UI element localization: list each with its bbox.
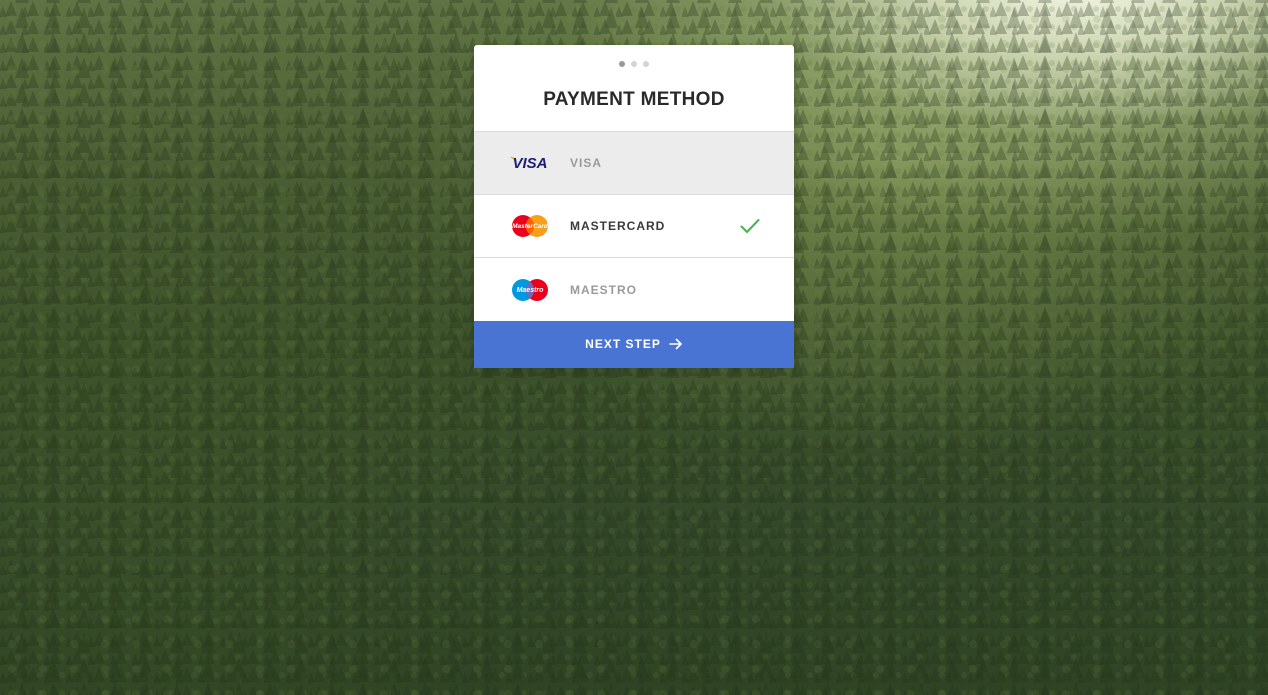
maestro-logo-icon: Maestro <box>512 278 548 301</box>
mastercard-logo-text: MasterCard <box>512 223 549 230</box>
payment-option-label: VISA <box>570 156 603 170</box>
payment-option-maestro[interactable]: Maestro MAESTRO <box>474 258 794 321</box>
page-title: PAYMENT METHOD <box>543 89 725 110</box>
maestro-logo-text: Maestro <box>517 287 545 294</box>
arrow-right-icon <box>669 338 682 350</box>
payment-option-label: MAESTRO <box>570 282 637 297</box>
next-step-button[interactable]: NEXT STEP <box>474 321 794 368</box>
next-step-label: NEXT STEP <box>585 337 661 351</box>
card-header: PAYMENT METHOD <box>474 45 794 132</box>
payment-option-visa[interactable]: VISA VISA <box>474 132 794 195</box>
visa-logo-text: VISA <box>512 155 547 172</box>
visa-logo-icon: VISA <box>510 155 548 172</box>
step-dot-2 <box>631 61 637 67</box>
forest-background: PAYMENT METHOD VISA VISA MasterCard MAST… <box>0 0 1268 695</box>
step-dot-1 <box>619 61 625 67</box>
check-icon <box>740 219 760 233</box>
payment-card: PAYMENT METHOD VISA VISA MasterCard MAST… <box>474 45 794 368</box>
step-indicator <box>474 61 794 67</box>
mastercard-logo-icon: MasterCard <box>512 215 549 237</box>
step-dot-3 <box>643 61 649 67</box>
payment-option-mastercard[interactable]: MasterCard MASTERCARD <box>474 195 794 258</box>
payment-option-label: MASTERCARD <box>570 219 666 233</box>
